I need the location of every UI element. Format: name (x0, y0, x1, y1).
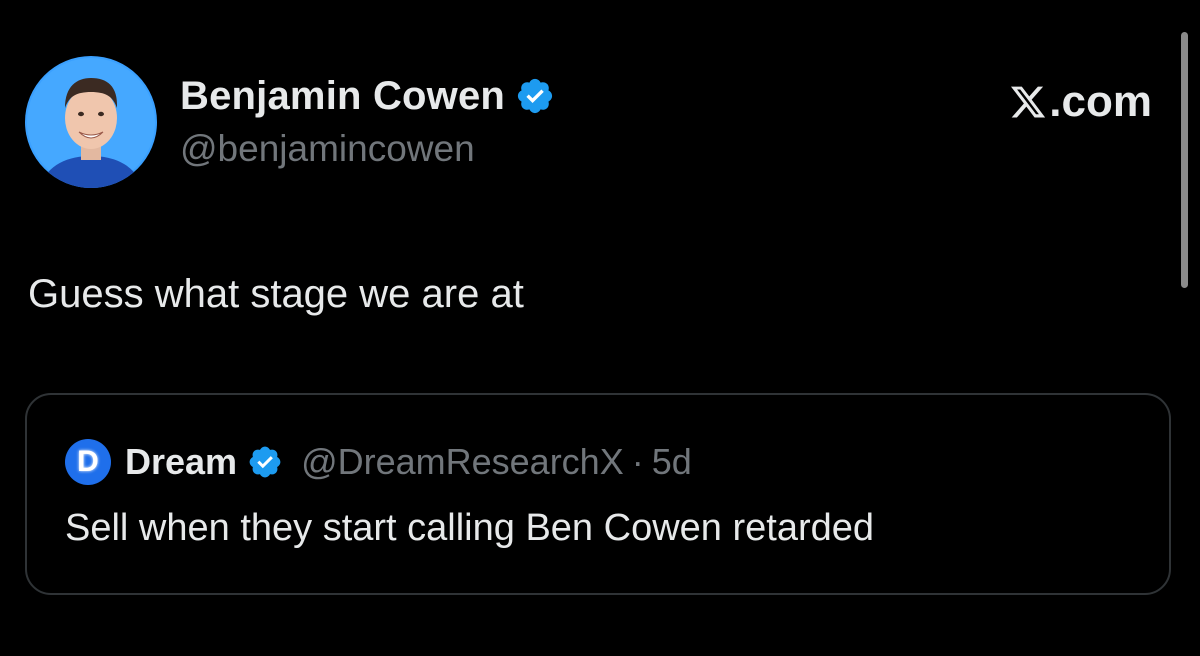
quoted-author-handle[interactable]: @DreamResearchX (301, 441, 624, 483)
quoted-author-avatar[interactable]: D (65, 439, 111, 485)
author-avatar[interactable] (25, 56, 157, 188)
dot-separator: · (631, 441, 644, 482)
author-name-row: Benjamin Cowen (180, 74, 555, 118)
author-handle[interactable]: @benjamincowen (180, 128, 475, 170)
quoted-tweet-text: Sell when they start calling Ben Cowen r… (65, 507, 875, 549)
tweet-text: Guess what stage we are at (28, 272, 524, 316)
quoted-tweet-card[interactable]: D Dream @DreamResearchX · 5d Sell when t… (25, 393, 1171, 595)
quoted-tweet-header: D Dream @DreamResearchX · 5d (65, 437, 692, 487)
tweet-screenshot: Benjamin Cowen @benjamincowen .com Guess… (0, 0, 1200, 656)
profile-photo (25, 56, 157, 188)
verified-badge-icon (247, 444, 283, 480)
author-display-name[interactable]: Benjamin Cowen (180, 74, 505, 119)
quoted-tweet-timestamp[interactable]: 5d (652, 441, 692, 483)
x-logo-icon (1009, 82, 1047, 122)
scrollbar-thumb[interactable] (1181, 32, 1188, 288)
verified-badge-icon[interactable] (515, 76, 555, 116)
brand-mark: .com (1009, 74, 1152, 130)
quoted-author-name[interactable]: Dream (125, 441, 237, 483)
quoted-avatar-letter: D (77, 445, 99, 478)
brand-suffix: .com (1049, 77, 1152, 126)
